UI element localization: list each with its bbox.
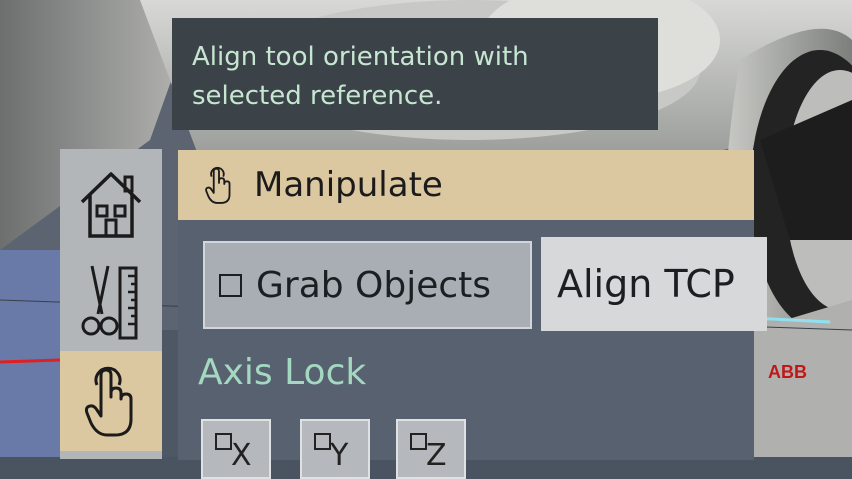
- house-icon: [80, 172, 142, 238]
- grab-objects-toggle[interactable]: Grab Objects: [203, 241, 532, 329]
- checkbox-icon: [219, 273, 242, 297]
- axis-lock-title: Axis Lock: [198, 352, 367, 393]
- manipulate-panel: Manipulate Grab Objects Align TCP Axis L…: [178, 150, 767, 479]
- axis-lock-y-button[interactable]: Y: [300, 419, 370, 479]
- checkbox-icon: [314, 433, 331, 450]
- sidebar-item-home[interactable]: [60, 154, 162, 254]
- axis-lock-z-button[interactable]: Z: [396, 419, 466, 479]
- align-tcp-button[interactable]: Align TCP: [541, 237, 767, 331]
- sidebar: [60, 149, 162, 459]
- align-tcp-label: Align TCP: [557, 262, 735, 306]
- sidebar-item-manipulate[interactable]: [60, 351, 162, 451]
- tooltip-line-2: selected reference.: [192, 81, 443, 111]
- checkbox-icon: [215, 433, 232, 450]
- sidebar-item-tools[interactable]: [60, 252, 162, 352]
- checkbox-icon: [410, 433, 427, 450]
- hand-pointer-icon: [205, 166, 231, 204]
- scissors-ruler-icon: [81, 265, 138, 340]
- hand-pointer-icon: [84, 366, 133, 437]
- tooltip-line-1: Align tool orientation with: [192, 42, 529, 72]
- axis-lock-x-button[interactable]: X: [201, 419, 271, 479]
- axis-y-label: Y: [330, 438, 349, 473]
- axis-x-label: X: [231, 438, 252, 473]
- tooltip: Align tool orientation with selected ref…: [172, 18, 658, 130]
- panel-title: Manipulate: [254, 165, 443, 205]
- axis-z-label: Z: [426, 438, 447, 473]
- brand-logo-text: ABB: [768, 362, 807, 382]
- panel-header: Manipulate: [178, 150, 754, 220]
- grab-objects-label: Grab Objects: [256, 264, 492, 306]
